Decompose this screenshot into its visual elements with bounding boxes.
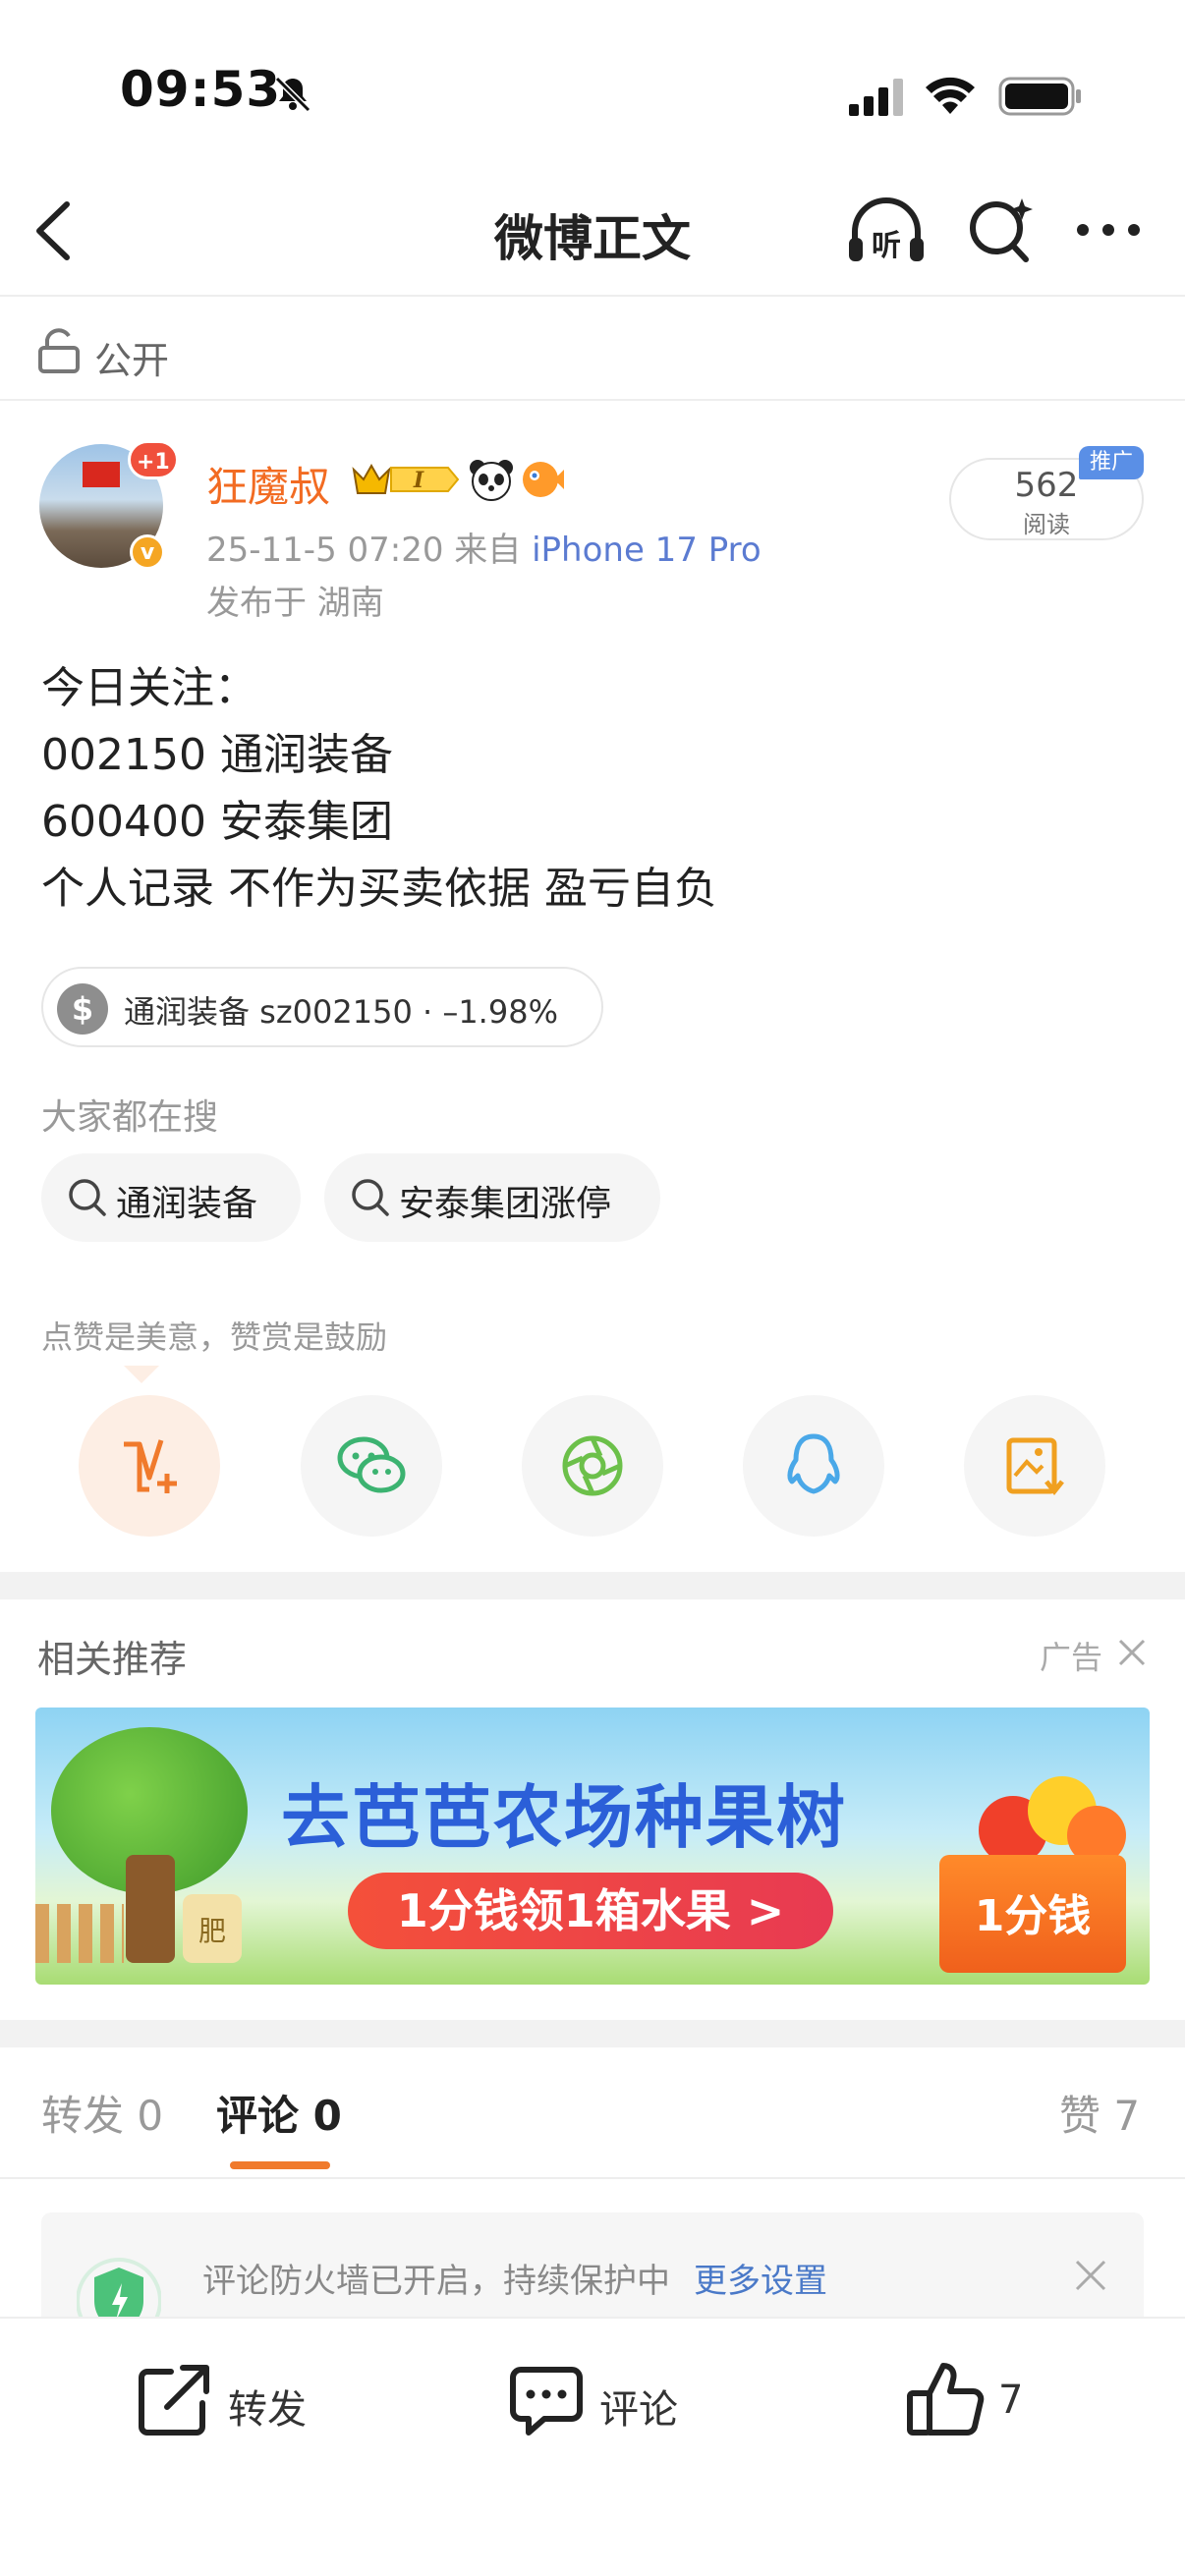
moments-icon [562,1435,623,1496]
notice-text: 评论防火墙已开启，持续保护中 [202,2262,670,2301]
svg-text:I: I [413,468,424,493]
search-icon[interactable] [965,195,1036,265]
repost-icon [139,2365,209,2436]
share-save-image-button[interactable] [964,1395,1105,1537]
tab-like[interactable]: 赞 7 [1059,2083,1140,2143]
battery-icon [998,77,1081,116]
like-count: 7 [998,2378,1024,2423]
bottom-toolbar: 转发 评论 7 [0,2317,1185,2576]
more-icon[interactable] [1073,218,1144,242]
recommend-label: 相关推荐 [37,1638,188,1681]
author-name[interactable]: 狂魔叔 [206,454,330,514]
notice-text-row: 评论防火墙已开启，持续保护中 更多设置 [202,2254,827,2302]
fruit-box: 1分钱 [939,1855,1126,1973]
post-location: 发布于 湖南 [206,584,384,623]
comment-button[interactable]: 评论 [505,2358,702,2446]
more-settings-link[interactable]: 更多设置 [694,2262,827,2301]
fertilizer-bag: 肥 [183,1894,242,1963]
post-time: 25-11-5 07:20 来自 iPhone 17 Pro [206,523,762,571]
svg-text:听: 听 [872,229,901,263]
tab-comment[interactable]: 评论 0 [216,2083,342,2143]
listen-icon[interactable]: 听 [845,196,928,267]
visibility-label: 公开 [94,339,170,382]
stock-chip[interactable]: $ 通润装备 sz002150 · –1.98% [41,967,603,1047]
fish-icon [523,462,564,497]
panda-icon [470,460,513,501]
wechat-icon [337,1436,406,1493]
share-qq-button[interactable] [743,1395,884,1537]
dollar-icon: $ [57,983,108,1035]
fruit-box-label: 1分钱 [974,1891,1092,1941]
comment-icon [510,2367,583,2436]
search-icon [352,1179,389,1216]
visibility-divider [0,399,1185,401]
stock-label: 通润装备 sz002150 · –1.98% [124,993,558,1031]
qq-icon [787,1433,840,1494]
save-image-icon [1006,1437,1064,1496]
cellular-signal-icon [849,79,903,116]
fence-illustration [35,1904,124,1963]
wifi-icon [926,77,975,114]
section-gap [0,1572,1185,1599]
status-time: 09:53 [120,61,282,118]
tree-trunk [126,1855,175,1963]
tab-underline [230,2161,330,2169]
weibo-v-plus-icon [124,1439,177,1493]
share-weibo-button[interactable] [79,1395,220,1537]
ad-title: 去芭芭农场种果树 [281,1777,847,1858]
unlock-icon [38,328,80,373]
post-text-line: 002150 通润装备 [41,730,393,780]
share-moments-button[interactable] [522,1395,663,1537]
praise-hint: 点赞是美意，赞赏是鼓励 [41,1318,388,1356]
search-icon [69,1179,106,1216]
tab-repost[interactable]: 转发 0 [41,2083,163,2143]
hot-search-text: 安泰集团涨停 [399,1184,612,1224]
read-label: 阅读 [1023,511,1070,538]
repost-button[interactable]: 转发 [134,2358,330,2446]
like-button[interactable]: 7 [904,2358,1061,2446]
hot-search-label: 大家都在搜 [41,1097,219,1138]
hot-search-chip[interactable]: 通润装备 [41,1153,301,1242]
comment-label: 评论 [599,2387,678,2433]
vip-crown-icon: I [352,463,460,494]
post-text-line: 个人记录 不作为买卖依据 盈亏自负 [41,864,717,914]
verified-badge: v [130,534,165,570]
bell-muted-icon [274,76,311,113]
post-text-line: 600400 安泰集团 [41,797,393,847]
post-time-text: 25-11-5 07:20 来自 [206,531,522,570]
thumbs-up-icon [907,2363,985,2436]
section-gap [0,2020,1185,2047]
bag-text: 肥 [198,1915,226,1947]
close-icon[interactable] [1073,2258,1108,2293]
ad-cta-button[interactable]: 1分钱领1箱水果 > [348,1873,833,1949]
share-wechat-button[interactable] [301,1395,442,1537]
promo-tag: 推广 [1079,446,1144,479]
post-text-line: 今日关注： [41,663,257,713]
avatar-plus-badge: +1 [128,440,179,479]
close-icon[interactable] [1116,1637,1148,1668]
ad-banner[interactable]: 肥 去芭芭农场种果树 1分钱领1箱水果 > 1分钱 [35,1708,1150,1985]
post-source[interactable]: iPhone 17 Pro [532,531,762,570]
tabs-divider [0,2177,1185,2179]
hot-search-chip[interactable]: 安泰集团涨停 [324,1153,660,1242]
ad-label: 广告 [1040,1639,1103,1676]
share-pointer [124,1366,159,1383]
nav-divider [0,295,1185,297]
repost-label: 转发 [228,2387,307,2433]
hot-search-text: 通润装备 [116,1184,258,1224]
